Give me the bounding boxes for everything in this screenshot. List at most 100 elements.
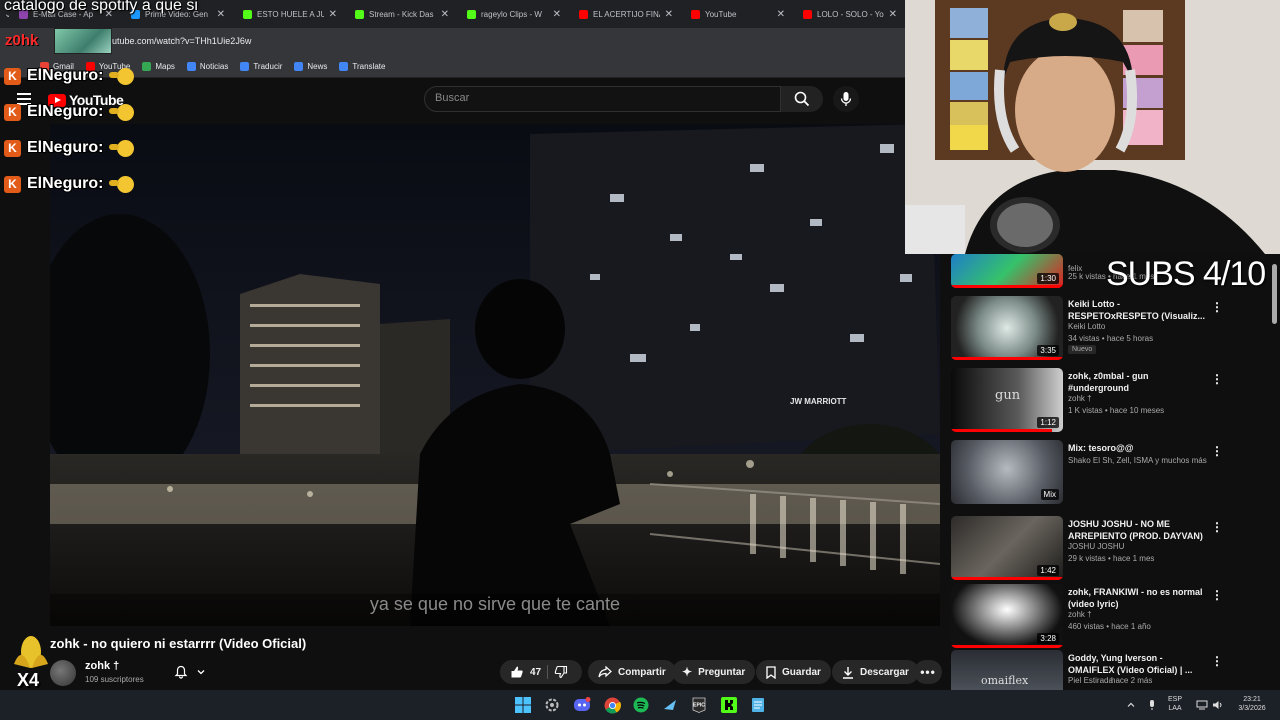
close-icon[interactable]: ✕ — [777, 9, 785, 20]
browser-tab[interactable]: Stream - Kick Das ✕ — [345, 0, 457, 28]
windows-start-icon[interactable] — [514, 696, 532, 714]
video-duration: 1:42 — [1037, 565, 1059, 576]
watch-progress-bar — [951, 577, 1063, 580]
discord-icon[interactable] — [573, 696, 591, 714]
svg-text:JW MARRIOTT: JW MARRIOTT — [790, 397, 847, 406]
recommendation-item[interactable]: 1:12 gun zohk, z0mbal - gun #underground zo… — [951, 368, 1277, 434]
dislike-icon[interactable] — [554, 665, 568, 679]
recommendation-item[interactable]: 3:35 Keiki Lotto - RESPETOxRESPETO (Visua… — [951, 296, 1277, 362]
recommendation-title[interactable]: zohk, FRANKIWI - no es normal (video lyr… — [1068, 586, 1208, 610]
recommendation-item[interactable]: Mix Mix: tesoro@@ Shako El Sh, Zell, ISMA … — [951, 440, 1277, 506]
tray-mic-icon[interactable] — [1143, 696, 1161, 714]
more-actions-button[interactable]: ••• — [914, 660, 942, 684]
video-thumbnail[interactable]: 3:35 — [951, 296, 1063, 360]
recommendation-item[interactable]: 1:42 JOSHU JOSHU - NO ME ARREPIENTO (PROD… — [951, 516, 1277, 582]
like-icon[interactable] — [510, 665, 524, 679]
bookmark-favicon-icon — [339, 62, 349, 71]
recommendation-title[interactable]: Keiki Lotto - RESPETOxRESPETO (Visualiz.… — [1068, 298, 1208, 322]
spotify-icon[interactable] — [632, 696, 650, 714]
more-vertical-icon[interactable]: ⋮ — [1211, 300, 1223, 314]
video-thumbnail[interactable]: 3:28 — [951, 584, 1063, 648]
volume-icon[interactable] — [1209, 696, 1227, 714]
recommendations-sidebar: 1:30felix25 k vistas • hace 1 mes⋮3:35Ke… — [948, 254, 1280, 690]
video-player[interactable]: JW MARRIOTT ya se que no sirve que te ca… — [50, 124, 940, 626]
sidebar-scrollbar[interactable] — [1270, 254, 1278, 690]
more-vertical-icon[interactable]: ⋮ — [1211, 588, 1223, 602]
tab-favicon-icon — [691, 9, 700, 19]
browser-tab[interactable]: LOLO - SOLO - Yo ✕ — [793, 0, 905, 28]
bookmark-favicon-icon — [240, 62, 250, 71]
more-vertical-icon[interactable]: ⋮ — [1211, 444, 1223, 458]
bookmark-item[interactable]: Maps — [142, 62, 175, 71]
language-indicator[interactable]: ESP LAA — [1163, 695, 1187, 713]
tray-chevron-up-icon[interactable] — [1122, 696, 1140, 714]
close-icon[interactable]: ✕ — [553, 9, 561, 20]
recommendation-item[interactable]: 3:28 zohk, FRANKIWI - no es normal (video… — [951, 584, 1277, 650]
close-icon[interactable]: ✕ — [329, 9, 337, 20]
ask-button[interactable]: ✦ Preguntar — [672, 660, 756, 684]
video-thumbnail[interactable]: 1:42 — [951, 516, 1063, 580]
search-input[interactable] — [435, 92, 765, 104]
recommendation-title[interactable]: Mix: tesoro@@ — [1068, 442, 1208, 454]
chat-username: ElNeguro: — [27, 175, 104, 192]
video-thumbnail[interactable]: Mix — [951, 440, 1063, 504]
more-vertical-icon[interactable]: ⋮ — [1211, 654, 1223, 668]
search-box[interactable] — [424, 86, 781, 112]
save-button[interactable]: Guardar — [756, 660, 831, 684]
share-button[interactable]: Compartir — [588, 660, 676, 684]
voice-search-button[interactable] — [833, 86, 859, 112]
recommendation-stats: hace 2 más — [1111, 676, 1153, 685]
bookmark-item[interactable]: Noticias — [186, 62, 229, 71]
close-icon[interactable]: ✕ — [665, 9, 673, 20]
notification-bell-button[interactable] — [162, 660, 218, 684]
notepad-icon[interactable] — [749, 696, 767, 714]
webcam-overlay — [905, 0, 1280, 254]
clock[interactable]: 23:21 3/3/2026 — [1228, 695, 1276, 713]
download-button[interactable]: Descargar — [832, 660, 919, 684]
browser-tab[interactable]: ESTO HUELE A JU ✕ — [233, 0, 345, 28]
scrollbar-thumb[interactable] — [1272, 264, 1277, 324]
more-vertical-icon[interactable]: ⋮ — [1211, 372, 1223, 386]
like-count[interactable]: 47 — [530, 667, 541, 678]
search-button[interactable] — [781, 86, 823, 112]
bookmark-item[interactable]: Traducir — [240, 62, 282, 71]
bookmark-label: Noticias — [199, 62, 229, 71]
bookmark-favicon-icon — [294, 62, 304, 71]
recommendation-title[interactable]: Goddy, Yung Iverson - OMAIFLEX (Video Of… — [1068, 652, 1208, 676]
browser-tab[interactable]: EL ACERTIJO FINA ✕ — [569, 0, 681, 28]
sparkle-icon: ✦ — [682, 665, 693, 679]
tab-title: EL ACERTIJO FINA — [593, 9, 660, 19]
close-icon[interactable]: ✕ — [217, 9, 225, 20]
chat-username: ElNeguro: — [27, 139, 104, 156]
channel-avatar[interactable] — [50, 660, 76, 686]
tab-title: LOLO - SOLO - Yo — [817, 9, 884, 19]
close-icon[interactable]: ✕ — [441, 9, 449, 20]
chat-username: ElNeguro: — [27, 103, 104, 120]
video-thumbnail[interactable]: omaiflex — [951, 650, 1063, 690]
steam-icon[interactable] — [661, 696, 679, 714]
close-icon[interactable]: ✕ — [889, 9, 897, 20]
video-duration: 1:12 — [1037, 417, 1059, 428]
more-vertical-icon[interactable]: ⋮ — [1211, 520, 1223, 534]
url-text[interactable]: utube.com/watch?v=THh1Uie2J6w — [112, 36, 251, 46]
browser-tab[interactable]: YouTube ✕ — [681, 0, 793, 28]
chrome-icon[interactable] — [603, 696, 621, 714]
recommendation-title[interactable]: zohk, z0mbal - gun #underground — [1068, 370, 1208, 394]
video-thumbnail[interactable]: 1:30 — [951, 254, 1063, 288]
video-duration: 3:35 — [1037, 345, 1059, 356]
bookmark-item[interactable]: Translate — [339, 62, 385, 71]
settings-gear-icon[interactable] — [543, 696, 561, 714]
chat-username: ElNeguro: — [27, 67, 104, 84]
recommendation-title[interactable]: JOSHU JOSHU - NO ME ARREPIENTO (PROD. DA… — [1068, 518, 1208, 542]
recommendation-stats: 460 vistas • hace 1 año — [1068, 622, 1151, 631]
bell-icon — [174, 665, 188, 679]
tab-title: Stream - Kick Das — [369, 9, 434, 19]
browser-tab[interactable]: rageylo Clips - W ✕ — [457, 0, 569, 28]
recommendation-item[interactable]: omaiflex Goddy, Yung Iverson - OMAIFLEX (… — [951, 650, 1277, 690]
channel-name[interactable]: zohk † — [85, 660, 119, 672]
video-thumbnail[interactable]: 1:12 gun — [951, 368, 1063, 432]
bookmark-item[interactable]: News — [294, 62, 327, 71]
kick-icon[interactable] — [720, 696, 738, 714]
epic-games-icon[interactable]: EPIC — [690, 696, 708, 714]
address-bar[interactable]: utube.com/watch?v=THh1Uie2J6w — [0, 28, 905, 56]
